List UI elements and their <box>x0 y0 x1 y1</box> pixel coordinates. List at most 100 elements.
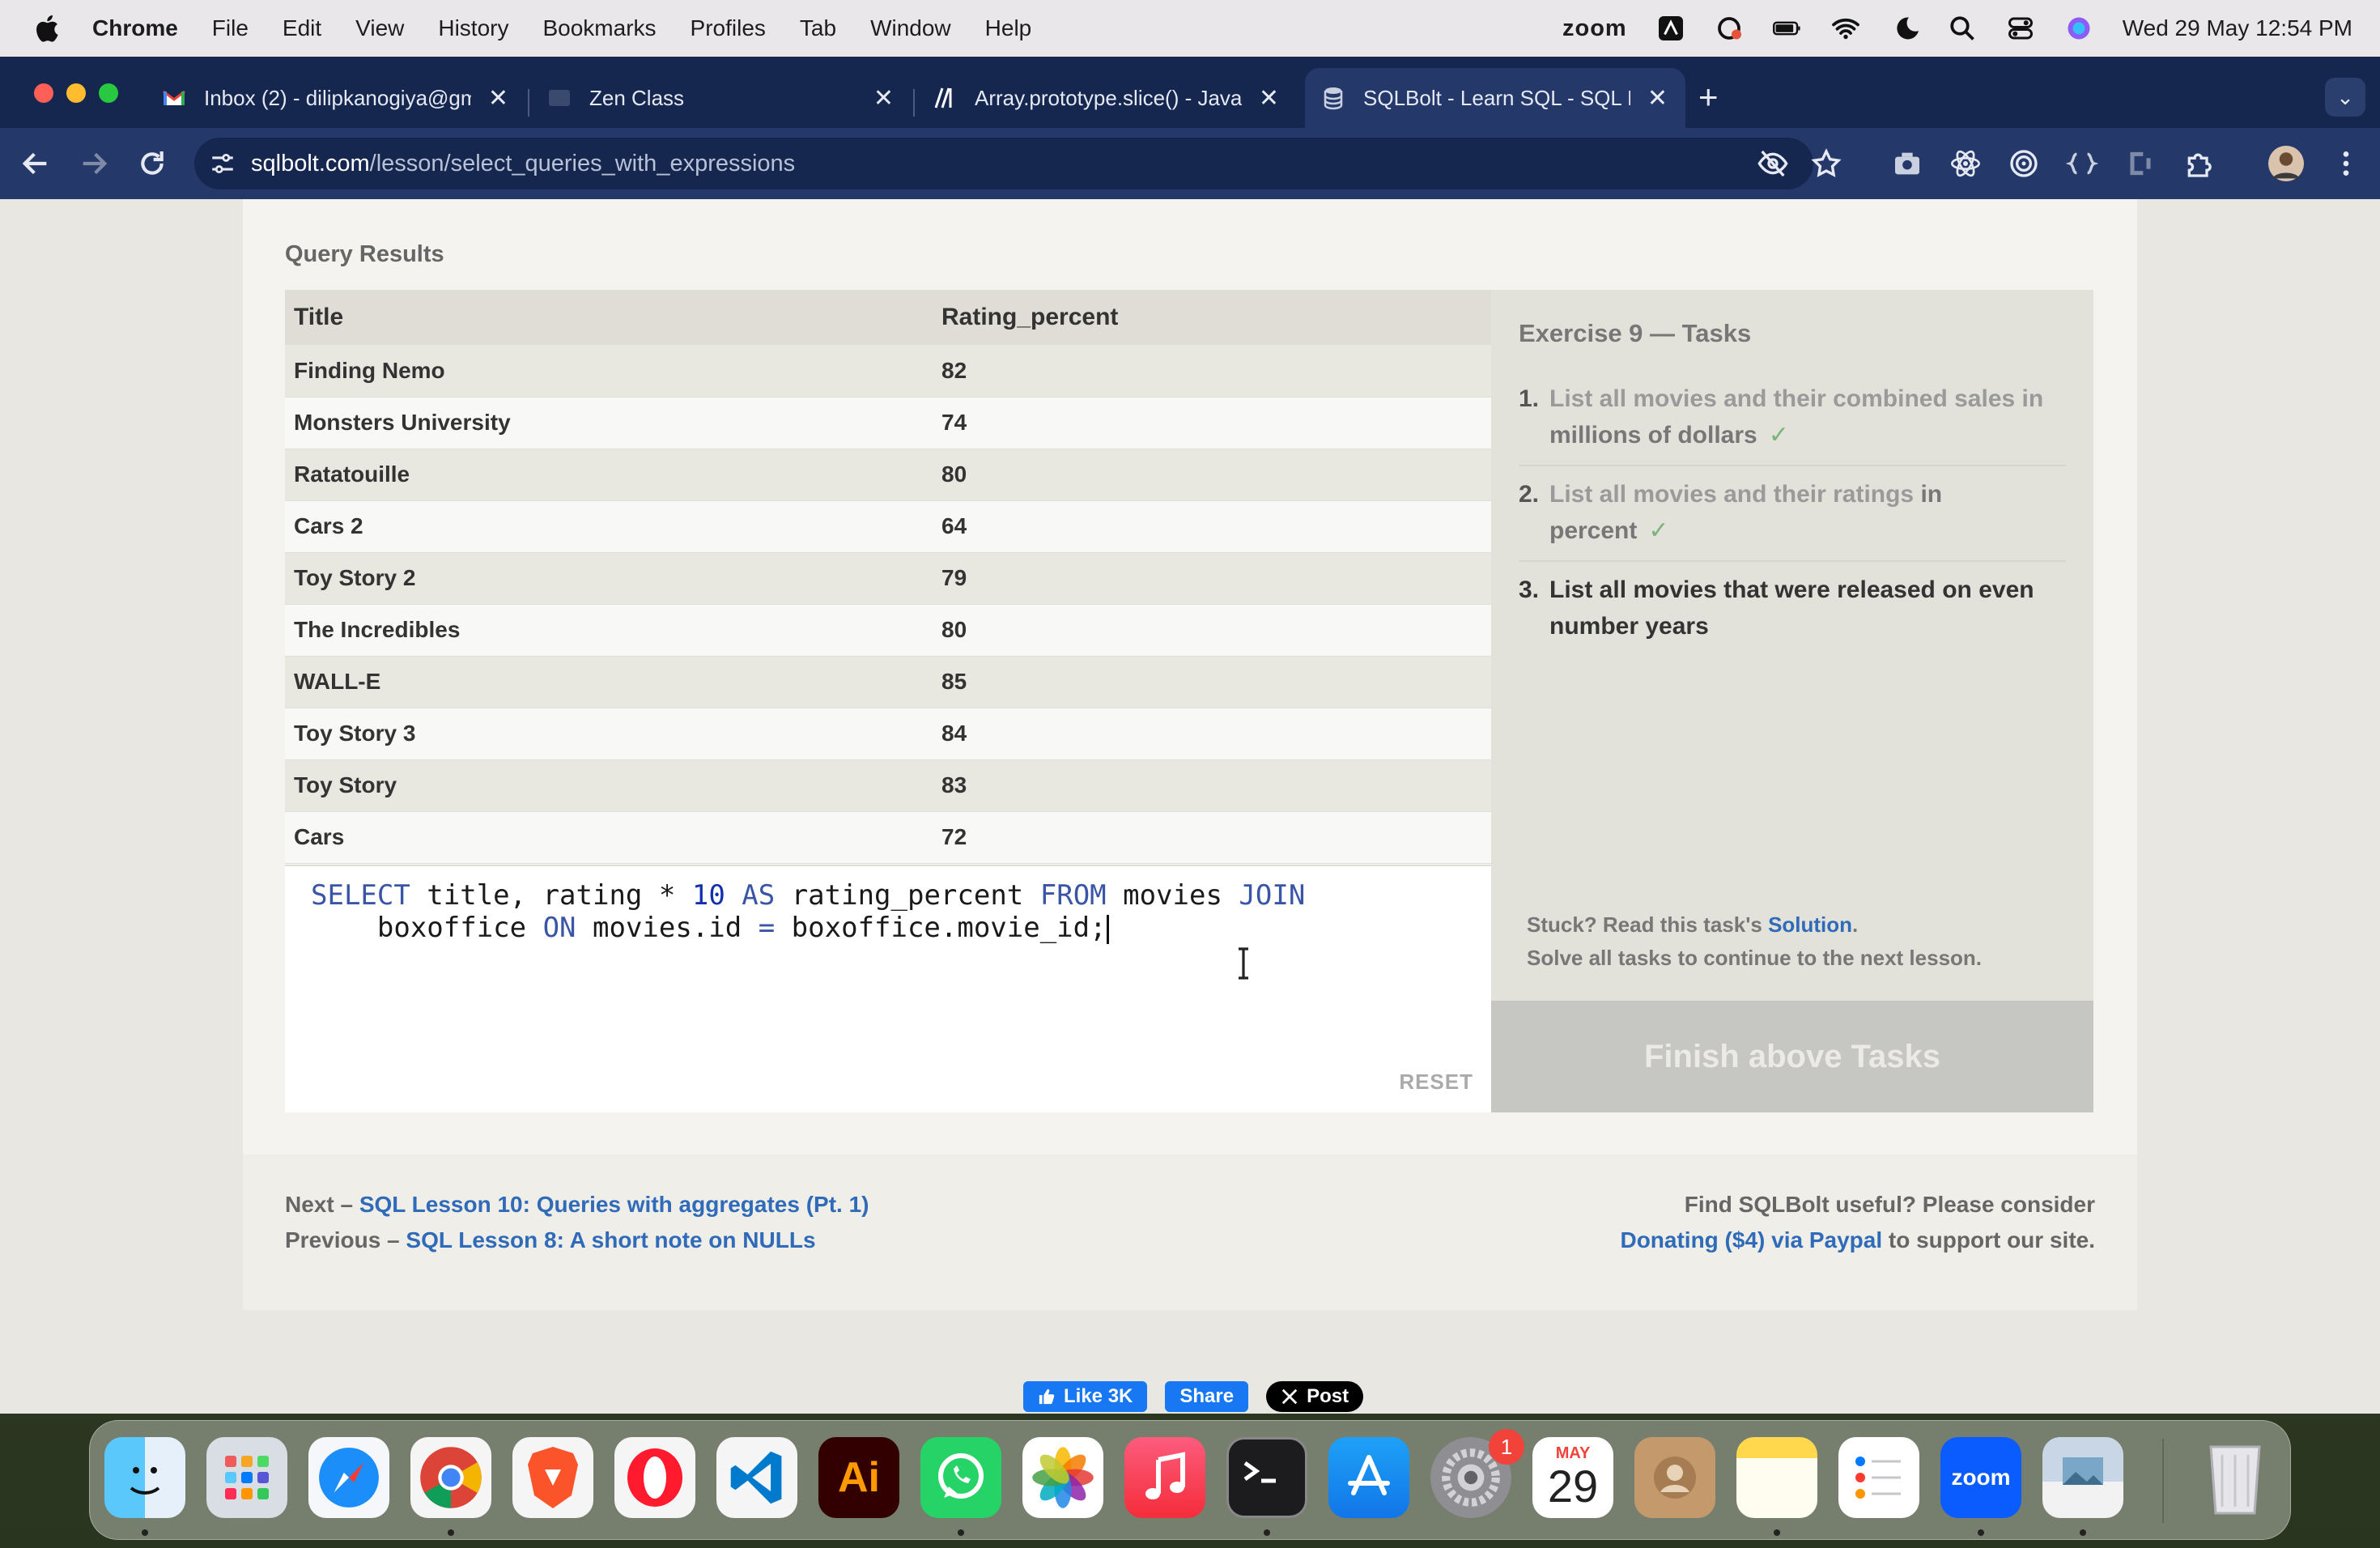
solution-link[interactable]: Solution <box>1768 912 1852 937</box>
vscode-icon[interactable] <box>716 1437 797 1518</box>
spotlight-search-icon[interactable] <box>1948 14 1977 43</box>
menu-edit[interactable]: Edit <box>283 15 321 41</box>
next-lesson-link[interactable]: SQL Lesson 10: Queries with aggregates (… <box>359 1192 869 1217</box>
menu-app-name[interactable]: Chrome <box>92 15 178 41</box>
sql-text: rating_percent <box>775 879 1040 912</box>
json-extension-icon[interactable] <box>2066 147 2098 180</box>
x-post-button[interactable]: Post <box>1266 1381 1364 1412</box>
sql-text: movies.id <box>576 912 759 944</box>
vpn-icon[interactable] <box>1715 14 1744 43</box>
site-settings-icon[interactable] <box>209 150 236 177</box>
tab-close-icon[interactable]: ✕ <box>873 84 894 113</box>
reset-button[interactable]: RESET <box>1399 1070 1473 1095</box>
window-zoom-button[interactable] <box>99 83 118 103</box>
apple-icon[interactable] <box>32 13 60 44</box>
tab-gmail[interactable]: Inbox (2) - dilipkanogiya@gm ✕ <box>146 68 526 128</box>
donate-note: Find SQLBolt useful? Please consider Don… <box>1620 1187 2095 1258</box>
menu-window[interactable]: Window <box>870 15 951 41</box>
tab-close-icon[interactable]: ✕ <box>1259 84 1279 113</box>
finish-tasks-button[interactable]: Finish above Tasks <box>1491 1001 2093 1112</box>
task-number: 1. <box>1519 385 1540 412</box>
menu-view[interactable]: View <box>355 15 404 41</box>
reload-icon[interactable] <box>136 147 168 180</box>
forward-arrow-icon[interactable] <box>78 147 110 180</box>
task-item: 2. List all movies and their ratings in … <box>1519 466 2066 562</box>
donate-text: Find SQLBolt useful? Please consider <box>1684 1192 2095 1217</box>
tab-close-icon[interactable]: ✕ <box>1647 84 1668 113</box>
table-row: Toy Story 2 79 <box>285 552 1491 604</box>
eye-slash-icon[interactable] <box>1757 147 1789 180</box>
cell-title: The Incredibles <box>285 603 933 657</box>
new-tab-button[interactable]: + <box>1698 78 1719 117</box>
donate-suffix: to support our site. <box>1882 1227 2095 1252</box>
zoom-status-label[interactable]: zoom <box>1562 15 1627 42</box>
donate-link[interactable]: Donating ($4) via Paypal <box>1620 1227 1882 1252</box>
sql-keyword: AS <box>742 879 776 912</box>
zoom-app-icon[interactable]: zoom <box>1940 1437 2021 1518</box>
menu-help[interactable]: Help <box>985 15 1032 41</box>
post-label: Post <box>1307 1385 1349 1407</box>
launchpad-icon[interactable] <box>206 1437 287 1518</box>
window-close-button[interactable] <box>34 83 53 103</box>
facebook-share-button[interactable]: Share <box>1165 1381 1249 1412</box>
whatsapp-icon[interactable] <box>920 1437 1001 1518</box>
wifi-icon[interactable] <box>1831 14 1860 43</box>
sql-keyword: FROM <box>1039 879 1107 912</box>
terminal-icon[interactable] <box>1226 1437 1307 1518</box>
macos-menu-bar: Chrome File Edit View History Bookmarks … <box>0 0 2380 57</box>
react-devtools-icon[interactable] <box>1949 147 1982 180</box>
chrome-icon[interactable] <box>410 1437 491 1518</box>
tab-mdn-slice[interactable]: Array.prototype.slice() - Java ✕ <box>916 68 1297 128</box>
menu-bookmarks[interactable]: Bookmarks <box>542 15 656 41</box>
photos-icon[interactable] <box>1022 1437 1103 1518</box>
menu-profiles[interactable]: Profiles <box>691 15 766 41</box>
contacts-icon[interactable] <box>1634 1437 1715 1518</box>
menu-history[interactable]: History <box>438 15 508 41</box>
focus-moon-icon[interactable] <box>1889 14 1919 43</box>
tab-zen-class[interactable]: Zen Class ✕ <box>531 68 912 128</box>
profile-avatar-icon[interactable] <box>2268 146 2304 181</box>
sql-query-text[interactable]: SELECT title, rating * 10 AS rating_perc… <box>311 879 1305 944</box>
music-icon[interactable] <box>1124 1437 1205 1518</box>
tasks-title: Exercise 9 — Tasks <box>1519 319 1752 347</box>
battery-icon[interactable] <box>1772 14 1802 43</box>
menu-tab[interactable]: Tab <box>800 15 836 41</box>
opera-icon[interactable] <box>614 1437 695 1518</box>
safari-icon[interactable] <box>308 1437 389 1518</box>
reminders-icon[interactable] <box>1838 1437 1919 1518</box>
illustrator-icon[interactable]: Ai <box>818 1437 899 1518</box>
finder-icon[interactable] <box>104 1437 185 1518</box>
trash-icon[interactable] <box>2195 1437 2276 1518</box>
tab-sqlbolt[interactable]: SQLBolt - Learn SQL - SQL Le ✕ <box>1305 68 1685 128</box>
continue-note: Solve all tasks to continue to the next … <box>1527 946 1983 970</box>
facebook-like-button[interactable]: Like 3K <box>1023 1381 1148 1412</box>
stuck-hint: Stuck? Read this task's Solution. Solve … <box>1527 908 1982 975</box>
address-bar[interactable]: sqlbolt.com/lesson/select_queries_with_e… <box>194 138 1813 189</box>
menu-clock[interactable]: Wed 29 May 12:54 PM <box>2123 15 2352 41</box>
bookmark-star-icon[interactable] <box>1810 147 1842 180</box>
app-store-icon[interactable] <box>1328 1437 1409 1518</box>
notes-icon[interactable] <box>1736 1437 1817 1518</box>
creative-cloud-icon[interactable] <box>1656 14 1685 43</box>
checkmark-icon: ✓ <box>1648 517 1669 544</box>
window-minimize-button[interactable] <box>66 83 86 103</box>
target-extension-icon[interactable] <box>2008 147 2040 180</box>
brave-icon[interactable] <box>512 1437 593 1518</box>
camera-extension-icon[interactable] <box>1891 147 1923 180</box>
tab-close-icon[interactable]: ✕ <box>488 84 508 113</box>
cell-title: Cars <box>285 810 933 864</box>
control-center-icon[interactable] <box>2006 14 2035 43</box>
back-arrow-icon[interactable] <box>19 147 52 180</box>
sql-editor[interactable]: SELECT title, rating * 10 AS rating_perc… <box>285 865 1491 1112</box>
siri-icon[interactable] <box>2064 14 2093 43</box>
running-indicator <box>142 1529 148 1536</box>
chrome-menu-icon[interactable] <box>2330 147 2362 180</box>
status-area: zoom Wed 29 May 12:54 PM <box>1562 0 2352 57</box>
preview-icon[interactable] <box>2042 1437 2123 1518</box>
menu-file[interactable]: File <box>212 15 249 41</box>
previous-lesson-link[interactable]: SQL Lesson 8: A short note on NULLs <box>406 1227 815 1252</box>
tab-search-button[interactable]: ⌄ <box>2325 78 2365 117</box>
css-extension-icon[interactable] <box>2124 147 2157 180</box>
extensions-puzzle-icon[interactable] <box>2182 147 2215 180</box>
calendar-icon[interactable]: MAY 29 <box>1532 1437 1613 1518</box>
